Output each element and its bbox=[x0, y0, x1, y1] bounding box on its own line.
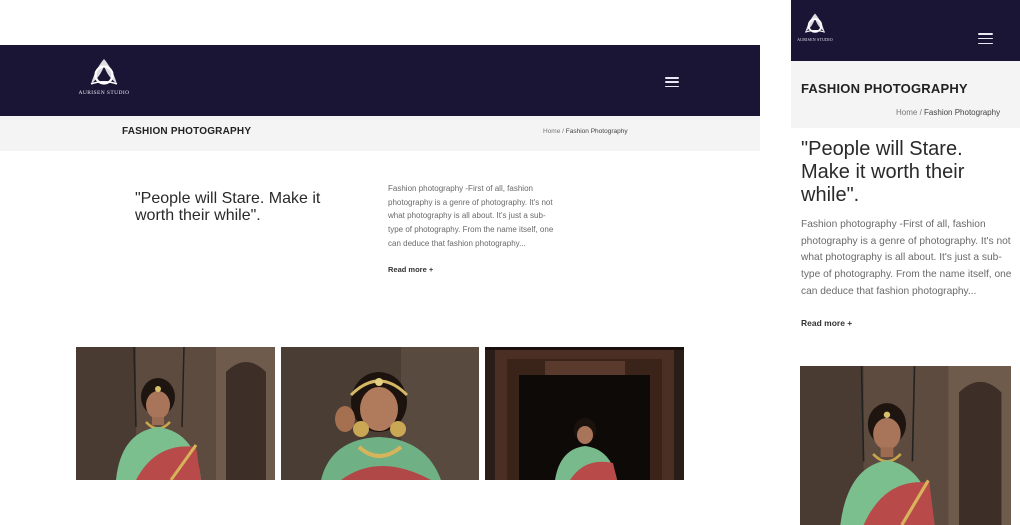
site-logo[interactable]: AURISEN STUDIO bbox=[76, 57, 132, 96]
breadcrumb: Home / Fashion Photography bbox=[543, 128, 628, 135]
logo-mark bbox=[90, 59, 118, 85]
mobile-view: AURISEN STUDIO FASHION PHOTOGRAPHY Home … bbox=[791, 0, 1020, 525]
hamburger-icon[interactable] bbox=[978, 33, 993, 44]
photo-gallery bbox=[76, 347, 684, 480]
logo-mark bbox=[805, 13, 825, 33]
site-header: AURISEN STUDIO bbox=[0, 45, 760, 116]
mobile-page-title-bar: FASHION PHOTOGRAPHY Home / Fashion Photo… bbox=[791, 61, 1020, 128]
read-more-link[interactable]: Read more + bbox=[388, 265, 433, 274]
logo-text: AURISEN STUDIO bbox=[797, 37, 833, 42]
intro-excerpt: Fashion photography -First of all, fashi… bbox=[801, 219, 1012, 297]
breadcrumb-current: Fashion Photography bbox=[565, 128, 628, 135]
intro-quote: "People will Stare. Make it worth their … bbox=[801, 138, 965, 206]
gallery-photo[interactable] bbox=[800, 366, 1011, 525]
gallery-photo[interactable] bbox=[76, 347, 275, 480]
desktop-view: AURISEN STUDIO FASHION PHOTOGRAPHY Home … bbox=[0, 45, 760, 525]
intro-excerpt: Fashion photography -First of all, fashi… bbox=[388, 184, 554, 248]
breadcrumb-home-link[interactable]: Home bbox=[543, 128, 560, 135]
gallery-photo[interactable] bbox=[485, 347, 684, 480]
logo-text: AURISEN STUDIO bbox=[78, 90, 130, 96]
page-title-bar: FASHION PHOTOGRAPHY Home / Fashion Photo… bbox=[0, 116, 760, 151]
breadcrumb-current: Fashion Photography bbox=[924, 108, 1001, 117]
mobile-site-logo[interactable]: AURISEN STUDIO bbox=[796, 12, 834, 42]
breadcrumb-home-link[interactable]: Home bbox=[896, 108, 917, 117]
mobile-site-header: AURISEN STUDIO bbox=[791, 0, 1020, 61]
page-title: FASHION PHOTOGRAPHY bbox=[801, 81, 968, 96]
intro-quote: "People will Stare. Make it worth their … bbox=[135, 190, 321, 224]
gallery-photo[interactable] bbox=[281, 347, 479, 480]
page-title: FASHION PHOTOGRAPHY bbox=[122, 126, 252, 137]
breadcrumb: Home / Fashion Photography bbox=[896, 108, 1000, 117]
hamburger-icon[interactable] bbox=[665, 77, 679, 87]
read-more-link[interactable]: Read more + bbox=[801, 318, 852, 328]
